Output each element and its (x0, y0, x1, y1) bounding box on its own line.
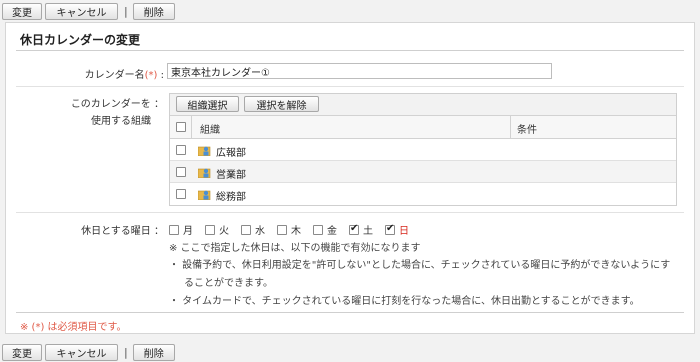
day-mon[interactable]: 月 (169, 222, 193, 237)
holiday-note-bullet: ・ タイムカードで、チェックされている曜日に打刻を行なった場合に、休日出勤とする… (169, 296, 640, 307)
day-tue[interactable]: 火 (205, 222, 229, 237)
holiday-note-bullet: ・ 設備予約で、休日利用設定を"許可しない"とした場合に、チェックされている曜日… (169, 260, 671, 271)
change-button[interactable]: 変更 (2, 343, 42, 361)
calendar-edit-panel: 休日カレンダーの変更 カレンダー名(*) : 東京本社カレンダー① このカレンダ… (5, 22, 695, 334)
holiday-note: ※ ここで指定した休日は、以下の機能で有効になります (169, 243, 421, 254)
calendar-name-input[interactable]: 東京本社カレンダー① (167, 63, 552, 79)
organization-icon (198, 168, 211, 178)
org-name: 営業部 (216, 170, 246, 181)
day-thu[interactable]: 木 (277, 222, 301, 237)
org-row-checkbox[interactable] (176, 189, 186, 199)
cancel-button[interactable]: キャンセル (45, 343, 118, 361)
day-wed[interactable]: 水 (241, 222, 265, 237)
delete-button[interactable]: 削除 (132, 2, 175, 20)
org-label-line2: 使用する組織 (91, 116, 151, 127)
day-checkbox[interactable] (349, 223, 359, 235)
bottom-toolbar: 変更 キャンセル | 削除 (0, 342, 178, 362)
day-checkbox[interactable] (205, 224, 215, 235)
select-all-checkbox[interactable] (176, 122, 186, 132)
delete-button[interactable]: 削除 (132, 343, 175, 361)
row-divider (16, 312, 684, 313)
change-button[interactable]: 変更 (2, 2, 42, 20)
cancel-button[interactable]: キャンセル (45, 2, 118, 20)
day-sat[interactable]: 土 (349, 222, 373, 237)
org-row[interactable]: 営業部 (170, 161, 676, 183)
calendar-name-label: カレンダー名(*) : (84, 70, 164, 81)
org-row[interactable]: 総務部 (170, 183, 676, 205)
day-checkbox[interactable] (277, 224, 287, 235)
title-divider (16, 50, 684, 51)
required-mark: (*) (144, 70, 158, 81)
day-fri[interactable]: 金 (313, 222, 337, 237)
day-sun[interactable]: 日 (385, 222, 409, 237)
col-org-header: 組織 (200, 125, 220, 136)
toolbar-separator: | (124, 4, 128, 18)
day-checkbox[interactable] (169, 224, 179, 235)
org-row[interactable]: 広報部 (170, 139, 676, 161)
org-table-header: 組織 条件 (170, 116, 676, 139)
org-name: 総務部 (216, 192, 246, 203)
row-divider (16, 86, 684, 87)
top-toolbar: 変更 キャンセル | 削除 (0, 1, 178, 21)
organization-icon (198, 190, 211, 200)
select-org-button[interactable]: 組織選択 (176, 96, 239, 112)
holiday-days-label: 休日とする曜日 ： (81, 226, 164, 237)
org-label-line1: このカレンダーを ： (70, 99, 164, 110)
page-title: 休日カレンダーの変更 (20, 33, 141, 47)
day-checkbox[interactable] (241, 224, 251, 235)
required-fields-note: ※ (*) は必須項目です。 (20, 322, 127, 333)
col-condition-header: 条件 (517, 125, 537, 136)
holiday-note-bullet-cont: ることができます。 (184, 278, 273, 289)
org-table: 組織選択 選択を解除 組織 条件 広報部 営業部 総務部 (169, 93, 677, 206)
org-row-checkbox[interactable] (176, 145, 186, 155)
clear-selection-button[interactable]: 選択を解除 (244, 96, 319, 112)
org-button-bar: 組織選択 選択を解除 (170, 94, 676, 116)
organization-icon (198, 146, 211, 156)
toolbar-separator: | (124, 345, 128, 359)
org-name: 広報部 (216, 148, 246, 159)
org-row-checkbox[interactable] (176, 167, 186, 177)
day-checkbox[interactable] (385, 223, 395, 235)
day-checkbox[interactable] (313, 224, 323, 235)
holiday-days-group: 月 火 水 木 金 土 日 (169, 222, 421, 237)
row-divider (16, 212, 684, 213)
